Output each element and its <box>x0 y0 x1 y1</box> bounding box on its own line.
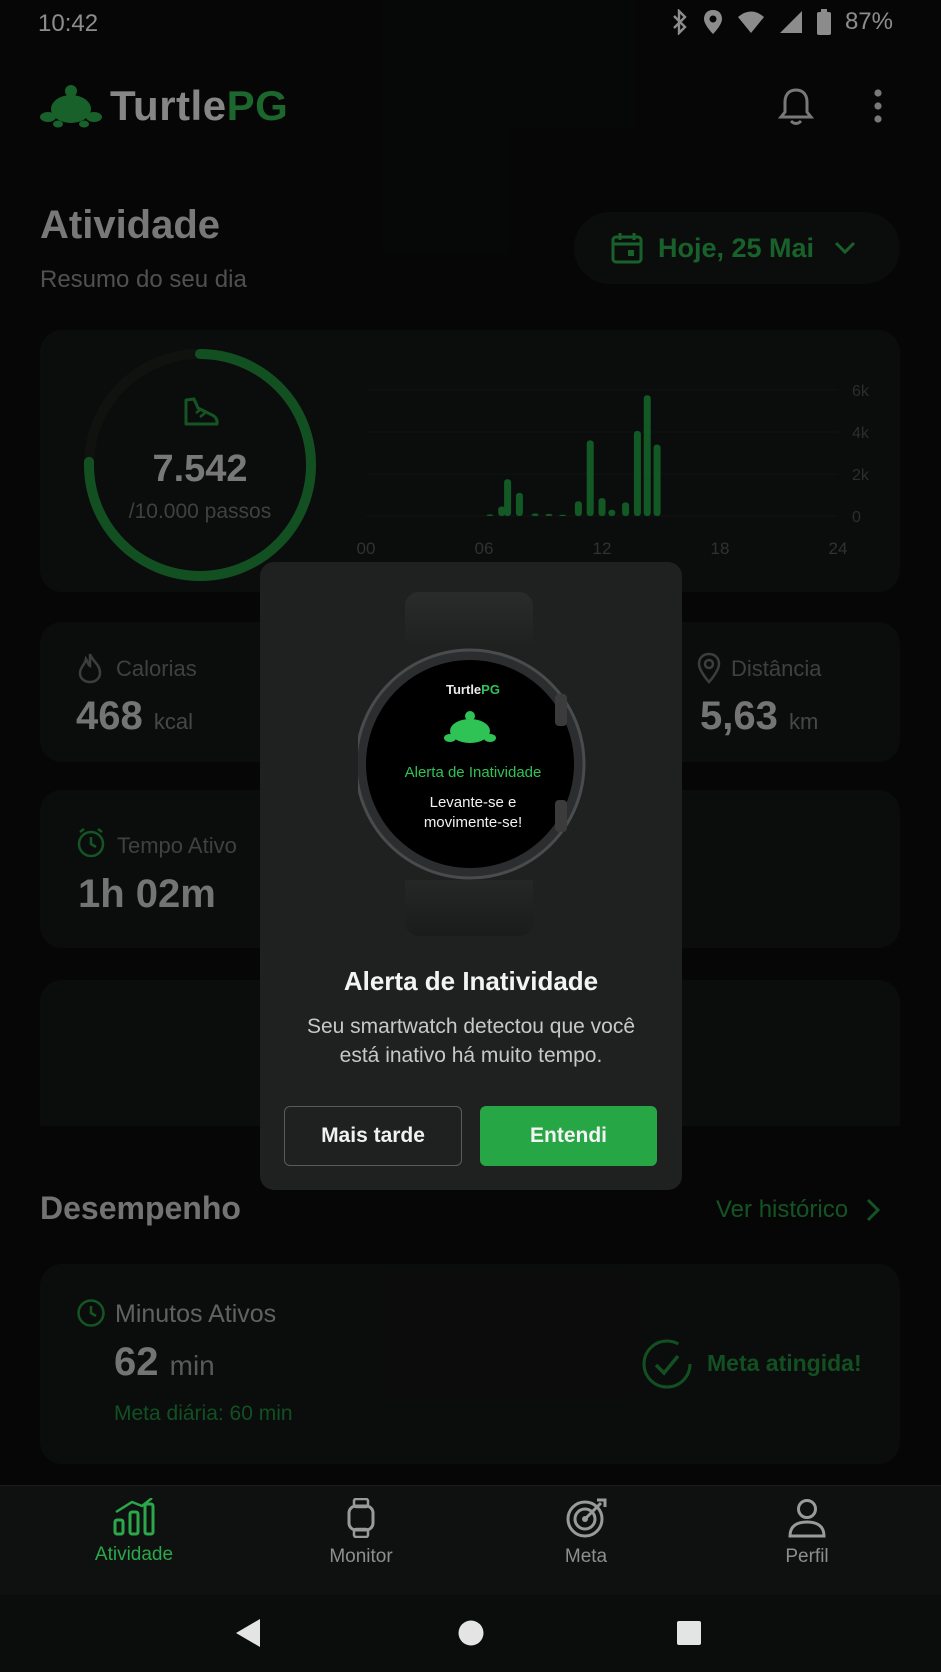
recents-icon[interactable] <box>676 1620 702 1646</box>
watch-alert-line1: Levante-se e <box>429 794 517 811</box>
modal-body-line1: Seu smartwatch detectou que você <box>306 1015 636 1038</box>
modal-body-line2: está inativo há muito tempo. <box>339 1044 603 1067</box>
nav-label-atividade: Atividade <box>94 1544 174 1565</box>
home-icon[interactable] <box>457 1619 485 1647</box>
watch-alert-line2: movimente-se! <box>423 814 523 831</box>
target-icon <box>566 1498 607 1538</box>
nav-label-meta: Meta <box>564 1546 608 1567</box>
nav-item-perfil[interactable]: Perfil <box>727 1498 887 1568</box>
watch-brand: TurtlePG <box>446 682 500 697</box>
understood-button[interactable]: Entendi <box>480 1106 657 1166</box>
nav-item-meta[interactable]: Meta <box>506 1498 666 1568</box>
back-icon[interactable] <box>234 1618 262 1648</box>
modal-body: Seu smartwatch detectou que você está in… <box>290 1012 652 1070</box>
later-button[interactable]: Mais tarde <box>284 1106 462 1166</box>
smartwatch-illustration <box>358 592 586 936</box>
watch-alert-title: Alerta de Inatividade <box>404 764 542 781</box>
nav-label-perfil: Perfil <box>785 1546 829 1567</box>
watch-icon <box>347 1498 375 1538</box>
modal-title: Alerta de Inatividade <box>343 966 599 996</box>
nav-item-atividade[interactable]: Atividade <box>54 1498 214 1566</box>
user-icon <box>788 1499 826 1538</box>
nav-label-monitor: Monitor <box>329 1546 393 1567</box>
bar-chart-icon <box>113 1498 155 1536</box>
nav-item-monitor[interactable]: Monitor <box>281 1498 441 1568</box>
